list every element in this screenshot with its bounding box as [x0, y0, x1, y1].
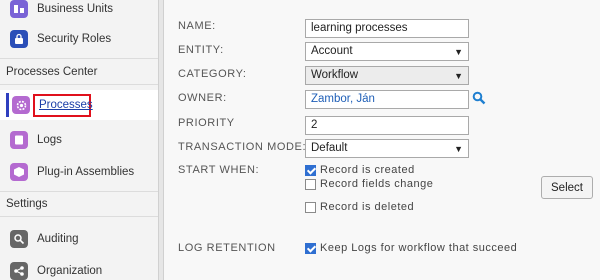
section-divider: [0, 216, 158, 217]
owner-link[interactable]: Zambor, Ján: [311, 93, 375, 105]
owner-label: OWNER:: [178, 92, 227, 104]
chevron-down-icon: ▼: [454, 144, 463, 154]
owner-lookup-field[interactable]: Zambor, Ján: [305, 90, 469, 109]
record-fields-change-label: Record fields change: [320, 178, 434, 190]
record-deleted-label: Record is deleted: [320, 201, 415, 213]
sidebar-item-security-roles[interactable]: Security Roles: [0, 24, 158, 54]
entity-label: ENTITY:: [178, 44, 224, 56]
record-deleted-checkbox[interactable]: [305, 201, 316, 213]
record-created-checkbox[interactable]: [305, 164, 316, 176]
keep-logs-option[interactable]: Keep Logs for workflow that succeed: [305, 241, 517, 255]
record-created-label: Record is created: [320, 164, 415, 176]
sidebar-item-auditing[interactable]: Auditing: [0, 224, 158, 254]
record-deleted-option[interactable]: Record is deleted: [305, 200, 414, 214]
transaction-mode-select[interactable]: Default ▼: [305, 139, 469, 158]
keep-logs-label: Keep Logs for workflow that succeed: [320, 242, 518, 254]
sidebar-item-label: Security Roles: [37, 33, 112, 45]
record-fields-change-option[interactable]: Record fields change: [305, 177, 433, 191]
category-select[interactable]: Workflow ▼: [305, 66, 469, 85]
sidebar: Business Units Security Roles Processes …: [0, 0, 158, 280]
transaction-mode-value: Default: [311, 142, 348, 154]
name-label: NAME:: [178, 20, 216, 32]
sidebar-item-label: Logs: [37, 134, 62, 146]
entity-select[interactable]: Account ▼: [305, 42, 469, 61]
section-heading-processes-center: Processes Center: [6, 66, 98, 78]
section-heading-settings: Settings: [6, 198, 48, 210]
start-when-label: START WHEN:: [178, 164, 260, 176]
priority-label: PRIORITY: [178, 117, 235, 129]
sidebar-item-plugin-assemblies[interactable]: Plug-in Assemblies: [0, 157, 158, 187]
sidebar-item-logs[interactable]: Logs: [0, 125, 158, 155]
log-retention-label: LOG RETENTION: [178, 242, 276, 254]
sidebar-item-label: Business Units: [37, 3, 114, 15]
section-divider: [0, 191, 158, 192]
sidebar-item-label: Auditing: [37, 233, 79, 245]
process-form: NAME: learning processes ENTITY: Account…: [164, 0, 600, 280]
sidebar-item-label: Organization: [37, 265, 103, 277]
business-units-icon: [10, 0, 28, 18]
name-input[interactable]: learning processes: [305, 19, 469, 38]
sidebar-item-label: Plug-in Assemblies: [37, 166, 135, 178]
transaction-mode-label: TRANSACTION MODE:: [178, 141, 307, 153]
entity-select-value: Account: [311, 45, 353, 57]
sidebar-item-label[interactable]: Processes: [39, 99, 93, 111]
record-fields-change-checkbox[interactable]: [305, 178, 316, 190]
section-divider: [0, 58, 158, 59]
lookup-search-icon[interactable]: [472, 91, 486, 105]
organization-icon: [10, 262, 28, 280]
logs-icon: [10, 131, 28, 149]
select-button[interactable]: Select: [541, 176, 593, 199]
record-created-option[interactable]: Record is created: [305, 163, 415, 177]
section-divider: [0, 84, 158, 85]
active-indicator: [6, 93, 9, 117]
sidebar-item-organization[interactable]: Organization: [0, 256, 158, 280]
plugin-assemblies-icon: [10, 163, 28, 181]
processes-gear-icon: [12, 96, 30, 114]
sidebar-item-business-units[interactable]: Business Units: [0, 0, 158, 24]
category-label: CATEGORY:: [178, 68, 247, 80]
keep-logs-checkbox[interactable]: [305, 242, 316, 254]
category-select-value: Workflow: [311, 69, 359, 81]
auditing-icon: [10, 230, 28, 248]
priority-input[interactable]: 2: [305, 116, 469, 135]
chevron-down-icon: ▼: [454, 47, 463, 57]
security-roles-icon: [10, 30, 28, 48]
chevron-down-icon: ▼: [454, 71, 463, 81]
processes-highlight-box[interactable]: Processes: [33, 94, 93, 117]
